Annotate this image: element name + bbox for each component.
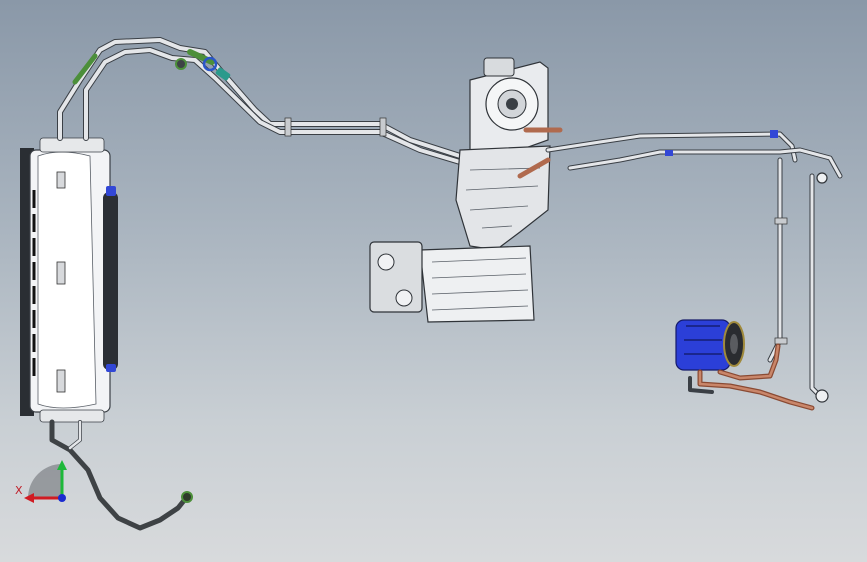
pipe-clip-2 [379, 117, 387, 137]
blower-inlet [483, 57, 515, 77]
connector-right-top[interactable] [816, 172, 828, 184]
pipe-clip-right-1 [774, 217, 788, 225]
compressor-body [675, 319, 731, 371]
pipe-left-upper[interactable] [57, 37, 463, 165]
hose-left-lower[interactable] [49, 419, 189, 531]
header-bottom [39, 409, 105, 423]
pipe-joint-blue [665, 150, 673, 156]
heat-exchanger-right-tank [103, 192, 118, 370]
triad-x-label: X [15, 484, 23, 497]
pipe-joint-blue-2 [770, 130, 778, 138]
ac-compressor[interactable] [675, 319, 745, 371]
tank-accent [106, 186, 116, 196]
actuator-block [369, 241, 423, 313]
heater-core [419, 245, 535, 323]
header-top [39, 137, 105, 153]
cad-viewport[interactable]: X [0, 0, 867, 562]
mount-bracket-mid [56, 261, 66, 285]
mount-bracket-top [56, 171, 66, 189]
coordinate-triad-icon [24, 460, 67, 503]
heat-exchanger-face [37, 151, 97, 409]
heat-exchanger[interactable] [20, 137, 118, 423]
pipe-clip-right-2 [774, 337, 788, 345]
evaporator-duct [455, 145, 551, 251]
connector-right-bottom[interactable] [815, 389, 829, 403]
pipe-clip [284, 117, 292, 137]
tank-accent-lower [106, 364, 116, 372]
hose-end-connector[interactable] [181, 491, 193, 503]
mount-bracket-bottom [56, 369, 66, 393]
hvac-unit[interactable] [369, 57, 563, 323]
hvac-assembly-model[interactable] [0, 0, 867, 562]
connector-green-top[interactable] [175, 58, 187, 70]
